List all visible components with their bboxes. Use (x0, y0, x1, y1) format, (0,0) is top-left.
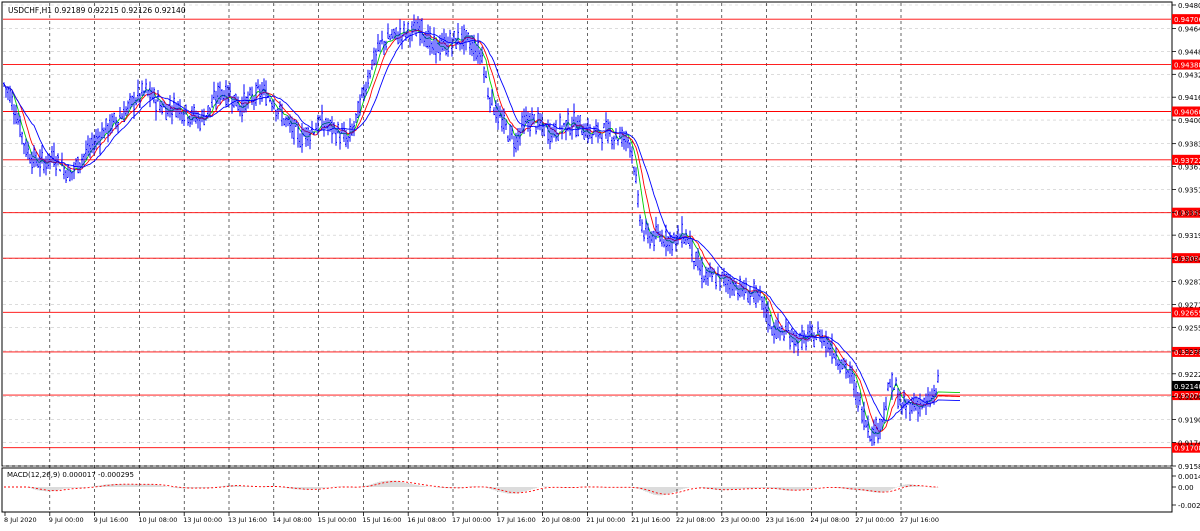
x-tick-label: 27 Jul 16:00 (900, 516, 939, 524)
y-tick-label: 0.91580 (1178, 463, 1200, 471)
price-level-label: 0.92655 (1174, 309, 1200, 317)
macd-y-tick-label: -0.002098 (1178, 502, 1200, 510)
y-tick-label: 0.92385 (1178, 348, 1200, 356)
x-tick-label: 9 Jul 16:00 (94, 516, 129, 524)
x-tick-label: 15 Jul 00:00 (318, 516, 357, 524)
y-tick-label: 0.93030 (1178, 256, 1200, 264)
x-tick-label: 17 Jul 00:00 (452, 516, 491, 524)
chart-svg[interactable]: 0.947060.943880.940600.937220.933520.930… (0, 0, 1200, 527)
x-tick-label: 23 Jul 16:00 (766, 516, 805, 524)
y-tick-label: 0.91745 (1178, 439, 1200, 447)
y-tick-label: 0.93195 (1178, 232, 1200, 240)
y-tick-label: 0.94000 (1178, 117, 1200, 125)
x-tick-label: 10 Jul 08:00 (138, 516, 177, 524)
price-level-label: 0.94388 (1174, 62, 1200, 70)
current-price-label: 0.92140 (1174, 383, 1200, 391)
y-tick-label: 0.92225 (1178, 371, 1200, 379)
macd-y-tick-label: 0.00 (1178, 484, 1194, 492)
price-level-label: 0.94706 (1174, 16, 1200, 24)
x-tick-label: 13 Jul 16:00 (228, 516, 267, 524)
y-tick-label: 0.93355 (1178, 209, 1200, 217)
y-tick-label: 0.93675 (1178, 164, 1200, 172)
y-tick-label: 0.94480 (1178, 48, 1200, 56)
x-tick-label: 21 Jul 00:00 (586, 516, 625, 524)
price-level-label: 0.94060 (1174, 108, 1200, 116)
x-tick-label: 8 Jul 2020 (4, 516, 37, 524)
y-tick-label: 0.94805 (1178, 2, 1200, 10)
y-tick-label: 0.92550 (1178, 324, 1200, 332)
x-tick-label: 24 Jul 08:00 (810, 516, 849, 524)
x-tick-label: 22 Jul 08:00 (676, 516, 715, 524)
y-tick-label: 0.92065 (1178, 394, 1200, 402)
x-tick-label: 9 Jul 00:00 (49, 516, 84, 524)
y-tick-label: 0.92870 (1178, 279, 1200, 287)
symbol-info: USDCHF,H1 0.92189 0.92215 0.92126 0.9214… (8, 6, 186, 15)
x-tick-label: 21 Jul 16:00 (631, 516, 670, 524)
x-tick-label: 15 Jul 16:00 (362, 516, 401, 524)
y-tick-label: 0.93835 (1178, 141, 1200, 149)
macd-y-tick-label: 0.001471 (1178, 473, 1200, 481)
y-tick-label: 0.92710 (1178, 301, 1200, 309)
x-tick-label: 27 Jul 00:00 (855, 516, 894, 524)
y-tick-label: 0.94160 (1178, 94, 1200, 102)
x-tick-label: 20 Jul 08:00 (542, 516, 581, 524)
macd-plot-area (1, 467, 1173, 513)
x-tick-label: 17 Jul 16:00 (497, 516, 536, 524)
macd-label: MACD(12,26,9) 0.000017 -0.000295 (7, 471, 134, 479)
x-tick-label: 16 Jul 08:00 (407, 516, 446, 524)
y-tick-label: 0.91905 (1178, 417, 1200, 425)
x-tick-label: 23 Jul 00:00 (721, 516, 760, 524)
x-tick-label: 13 Jul 00:00 (183, 516, 222, 524)
chart-window[interactable]: 0.947060.943880.940600.937220.933520.930… (0, 0, 1200, 527)
y-tick-label: 0.93515 (1178, 186, 1200, 194)
y-tick-label: 0.94640 (1178, 26, 1200, 34)
y-tick-label: 0.94320 (1178, 71, 1200, 79)
x-tick-label: 14 Jul 08:00 (273, 516, 312, 524)
